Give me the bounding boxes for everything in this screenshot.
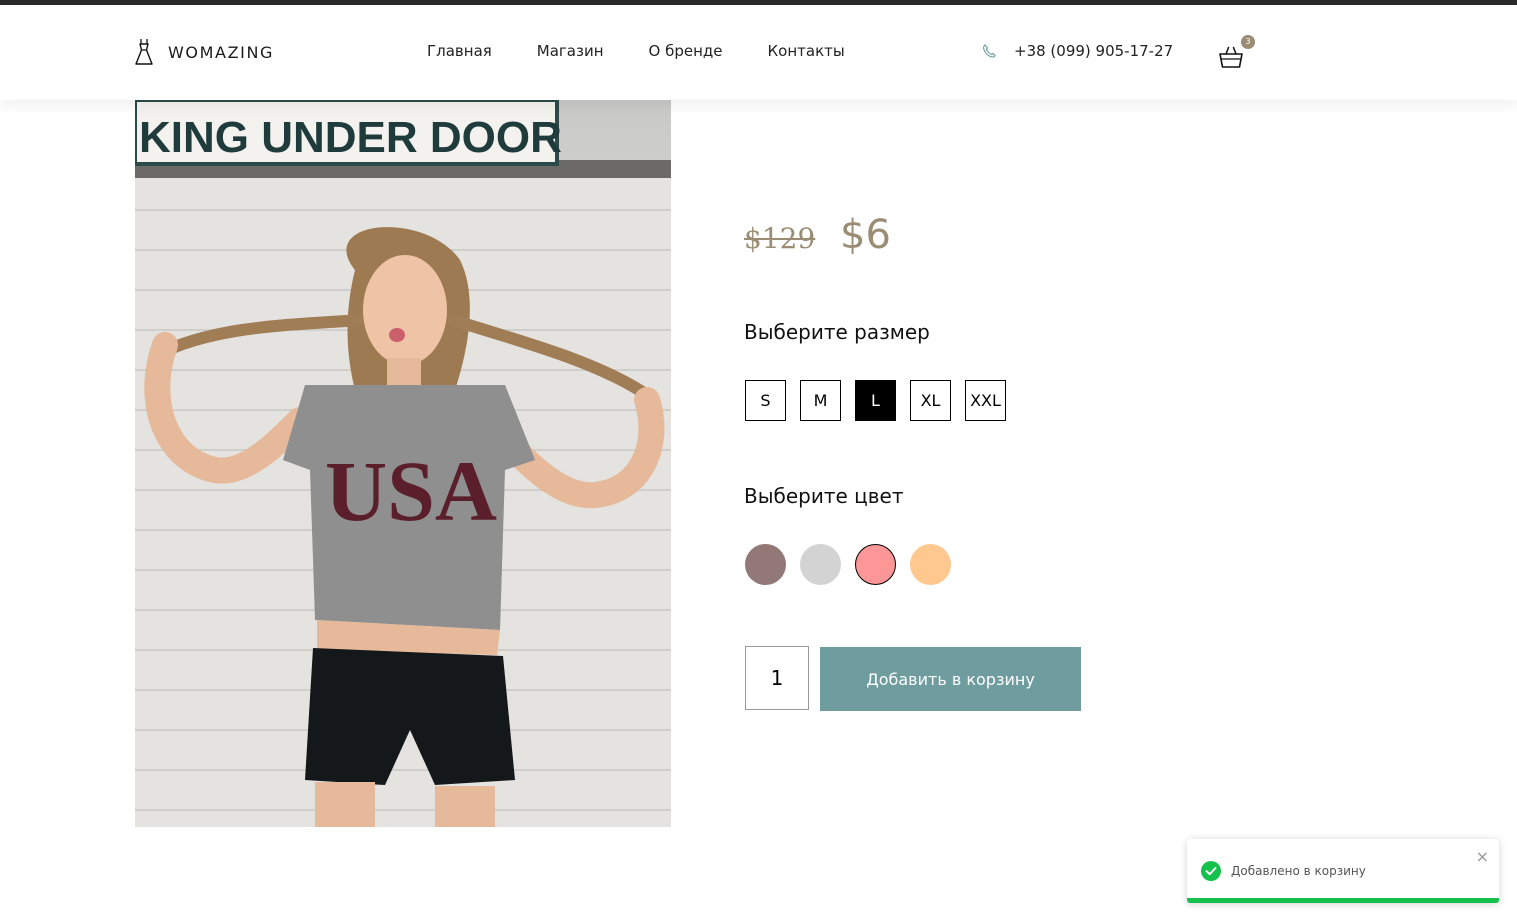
- size-option-xxl[interactable]: XXL: [965, 380, 1006, 421]
- nav-link-about[interactable]: О бренде: [649, 42, 723, 60]
- size-option-xl[interactable]: XL: [910, 380, 951, 421]
- phone-number: +38 (099) 905-17-27: [1014, 42, 1174, 60]
- toast-notification: Добавлено в корзину ×: [1187, 839, 1499, 903]
- cart-button[interactable]: 3: [1218, 35, 1255, 70]
- check-circle-icon: [1201, 861, 1221, 881]
- sign-text: KING UNDER DOOR: [139, 113, 562, 162]
- dress-icon: [135, 39, 153, 65]
- size-option-m[interactable]: M: [800, 380, 841, 421]
- color-swatch-brown[interactable]: [745, 544, 786, 585]
- size-options: S M L XL XXL: [745, 380, 1020, 421]
- site-header: WOMAZING Главная Магазин О бренде Контак…: [0, 5, 1517, 100]
- add-to-cart-button[interactable]: Добавить в корзину: [820, 647, 1081, 711]
- logo[interactable]: WOMAZING: [134, 38, 274, 66]
- size-option-s[interactable]: S: [745, 380, 786, 421]
- color-swatch-pink[interactable]: [855, 544, 896, 585]
- price-current: $6: [840, 212, 891, 258]
- cart-count-badge: 3: [1241, 35, 1255, 49]
- shopping-basket-icon: [1219, 46, 1243, 68]
- price-old: $129: [744, 222, 816, 255]
- close-icon[interactable]: ×: [1476, 847, 1489, 866]
- logo-text: WOMAZING: [168, 42, 275, 62]
- color-swatch-peach[interactable]: [910, 544, 951, 585]
- product-image: KING UNDER DOOR USA: [135, 100, 671, 827]
- color-options: [745, 544, 965, 585]
- phone-icon: [983, 44, 996, 58]
- main-nav: Главная Магазин О бренде Контакты: [427, 42, 890, 60]
- size-label: Выберите размер: [744, 320, 930, 344]
- shirt-text: USA: [325, 443, 497, 539]
- toast-message: Добавлено в корзину: [1231, 864, 1366, 878]
- quantity-input[interactable]: [745, 646, 809, 710]
- nav-link-home[interactable]: Главная: [427, 42, 492, 60]
- nav-link-contacts[interactable]: Контакты: [768, 42, 845, 60]
- product-photo-illustration: KING UNDER DOOR USA: [135, 100, 671, 827]
- phone-contact[interactable]: +38 (099) 905-17-27: [981, 42, 1173, 60]
- color-label: Выберите цвет: [744, 484, 904, 508]
- nav-link-shop[interactable]: Магазин: [537, 42, 604, 60]
- toast-progress-bar: [1187, 898, 1499, 903]
- size-option-l[interactable]: L: [855, 380, 896, 421]
- color-swatch-gray[interactable]: [800, 544, 841, 585]
